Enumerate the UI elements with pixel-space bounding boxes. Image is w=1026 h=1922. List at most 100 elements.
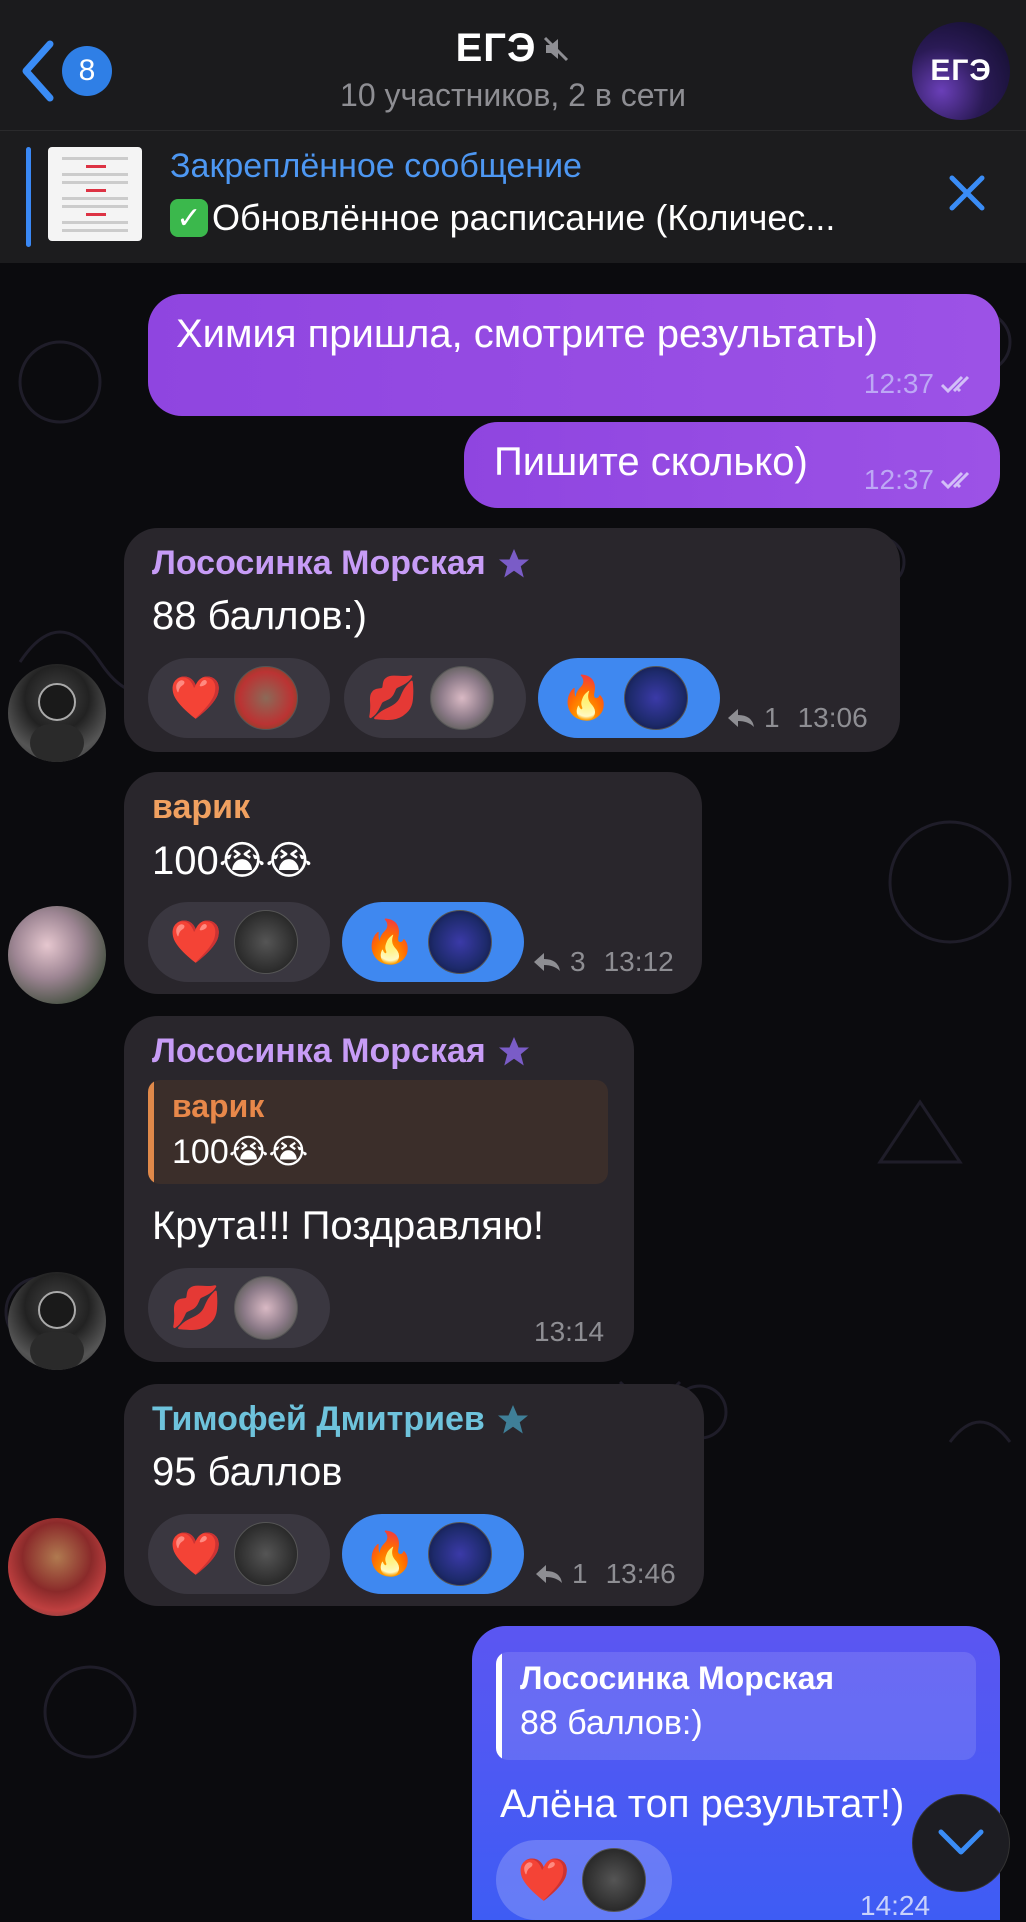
double-check-icon <box>940 375 970 394</box>
reply-quote[interactable]: варик 100😭😭 <box>148 1080 608 1184</box>
reply-icon <box>534 953 560 971</box>
message-text: Химия пришла, смотрите результаты) <box>176 312 879 356</box>
message-time: 13:14 <box>534 1316 604 1348</box>
pinned-message-bar[interactable]: Закреплённое сообщение ✓ Обновлённое рас… <box>0 130 1026 263</box>
message-time: 13:46 <box>605 1558 676 1589</box>
reactor-avatar <box>430 666 494 730</box>
incoming-message[interactable]: варик 100😭😭 ❤️ 🔥 3 13:12 <box>124 772 702 994</box>
pinned-text: ✓ Обновлённое расписание (Количес... <box>170 197 835 239</box>
pinned-label: Закреплённое сообщение <box>170 147 582 185</box>
sender-text: варик <box>152 788 251 826</box>
avatar[interactable] <box>8 906 106 1004</box>
outgoing-message[interactable]: Лососинка Морская 88 баллов:) Алёна топ … <box>472 1626 1000 1922</box>
group-avatar[interactable]: ЕГЭ <box>912 22 1010 120</box>
avatar[interactable] <box>8 1518 106 1616</box>
sender-name: варик <box>152 788 250 827</box>
sender-name: Лососинка Морская <box>152 1032 532 1071</box>
incoming-message[interactable]: Тимофей Дмитриев 95 баллов ❤️ 🔥 1 13:46 <box>124 1384 704 1606</box>
message-time: 12:37 <box>864 464 978 496</box>
heart-icon: ❤️ <box>517 1855 571 1903</box>
avatar-image <box>30 1291 84 1370</box>
message-text: 95 баллов <box>152 1450 343 1494</box>
chat-title-text: ЕГЭ <box>455 26 537 70</box>
reply-count[interactable]: 1 13:46 <box>534 1558 676 1590</box>
fire-icon: 🔥 <box>363 917 417 965</box>
sender-name: Лососинка Морская <box>152 544 532 583</box>
sender-name: Тимофей Дмитриев <box>152 1400 531 1439</box>
reaction-heart[interactable]: ❤️ <box>148 1514 330 1594</box>
star-icon <box>497 1404 528 1433</box>
close-icon[interactable] <box>946 172 988 214</box>
reaction-fire[interactable]: 🔥 <box>342 1514 524 1594</box>
muted-icon <box>544 36 569 61</box>
heart-icon: ❤️ <box>169 673 223 721</box>
incoming-message[interactable]: Лососинка Морская варик 100😭😭 Крута!!! П… <box>124 1016 634 1362</box>
reply-icon <box>728 709 754 727</box>
incoming-message[interactable]: Лососинка Морская 88 баллов:) ❤️ 💋 🔥 1 1… <box>124 528 900 752</box>
reaction-heart[interactable]: ❤️ <box>148 658 330 738</box>
reaction-fire[interactable]: 🔥 <box>342 902 524 982</box>
avatar-image <box>30 683 84 762</box>
reaction-heart[interactable]: ❤️ <box>148 902 330 982</box>
chat-subtitle: 10 участников, 2 в сети <box>340 77 686 113</box>
reply-icon <box>536 1565 562 1583</box>
reply-count-text: 3 <box>570 946 586 977</box>
time-text: 14:24 <box>860 1890 931 1921</box>
reactor-avatar <box>234 1522 298 1586</box>
kiss-icon: 💋 <box>169 1283 223 1331</box>
reaction-kiss[interactable]: 💋 <box>344 658 526 738</box>
reactor-avatar <box>428 910 492 974</box>
reaction-kiss[interactable]: 💋 <box>148 1268 330 1348</box>
double-check-icon <box>940 471 970 490</box>
outgoing-message[interactable]: Пишите сколько) 12:37 <box>464 422 1000 508</box>
quote-sender: варик <box>172 1088 265 1124</box>
check-mark-icon: ✓ <box>170 199 208 237</box>
reply-count-text: 1 <box>764 702 780 733</box>
pinned-indicator <box>26 147 31 247</box>
message-time: 13:06 <box>797 702 868 733</box>
reply-count-text: 1 <box>572 1558 588 1589</box>
heart-icon: ❤️ <box>169 917 223 965</box>
reaction-heart[interactable]: ❤️ <box>496 1840 672 1920</box>
message-text: Крута!!! Поздравляю! <box>152 1204 544 1248</box>
reactor-avatar <box>624 666 688 730</box>
star-icon <box>498 1036 529 1065</box>
quote-bar <box>148 1080 154 1184</box>
sender-text: Тимофей Дмитриев <box>152 1400 485 1438</box>
message-time: 13:12 <box>603 946 674 977</box>
group-avatar-text: ЕГЭ <box>930 54 992 87</box>
avatar[interactable] <box>8 1272 106 1370</box>
scroll-to-bottom-button[interactable] <box>912 1794 1010 1892</box>
quote-text: 88 баллов:) <box>520 1704 703 1742</box>
reactor-avatar <box>234 666 298 730</box>
message-time: 14:24 <box>860 1890 930 1922</box>
reactor-avatar <box>428 1522 492 1586</box>
avatar[interactable] <box>8 664 106 762</box>
reactor-avatar <box>234 1276 298 1340</box>
fire-icon: 🔥 <box>559 673 613 721</box>
outgoing-message[interactable]: Химия пришла, смотрите результаты) 12:37 <box>148 294 1000 416</box>
star-icon <box>498 548 529 577</box>
sender-text: Лососинка Морская <box>152 544 486 582</box>
pinned-text-content: Обновлённое расписание (Количес... <box>212 197 836 238</box>
message-text: Пишите сколько) <box>494 440 808 484</box>
message-text: Алёна топ результат!) <box>500 1782 905 1826</box>
fire-icon: 🔥 <box>363 1529 417 1577</box>
quote-sender: Лососинка Морская <box>520 1660 835 1696</box>
time-text: 13:14 <box>534 1316 605 1347</box>
reply-count[interactable]: 1 13:06 <box>726 702 868 734</box>
reaction-fire[interactable]: 🔥 <box>538 658 720 738</box>
quote-text: 100😭😭 <box>172 1133 309 1171</box>
chat-title: ЕГЭ <box>456 26 571 71</box>
time-text: 12:37 <box>863 464 934 495</box>
sender-text: Лососинка Морская <box>152 1032 486 1070</box>
reply-quote[interactable]: Лососинка Морская 88 баллов:) <box>496 1652 976 1760</box>
chat-header: 8 ЕГЭ 10 участников, 2 в сети ЕГЭ <box>0 0 1026 130</box>
chat-title-area[interactable]: ЕГЭ 10 участников, 2 в сети <box>0 26 1026 114</box>
reply-count[interactable]: 3 13:12 <box>532 946 674 978</box>
quote-bar <box>496 1652 502 1760</box>
pinned-thumbnail <box>48 147 142 241</box>
reactor-avatar <box>582 1848 646 1912</box>
message-text: 88 баллов:) <box>152 594 367 638</box>
kiss-icon: 💋 <box>365 673 419 721</box>
